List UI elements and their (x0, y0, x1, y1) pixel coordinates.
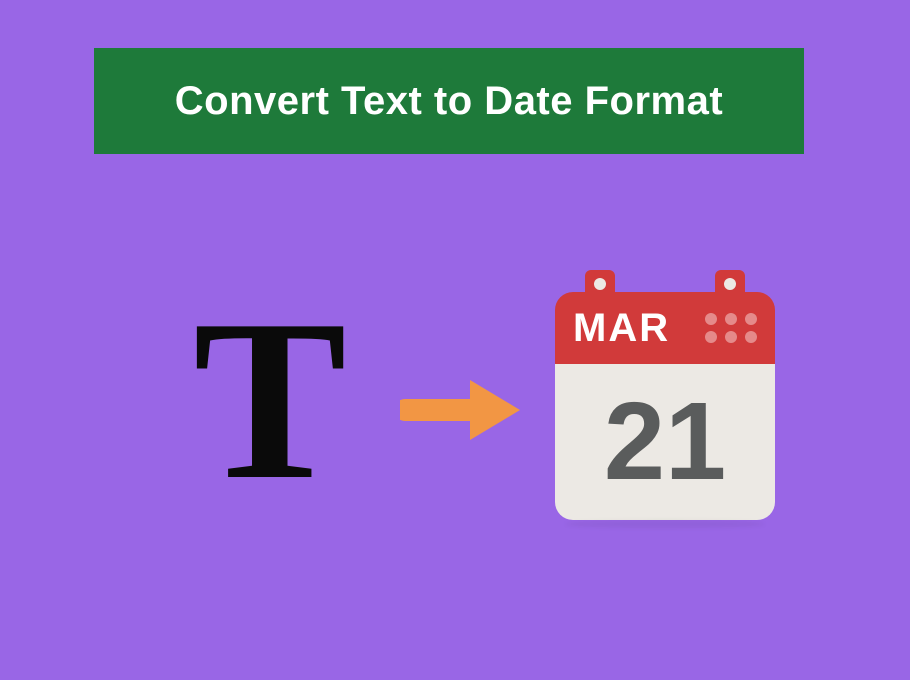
arrow-right-icon (400, 370, 530, 450)
calendar-header: MAR (555, 292, 775, 364)
calendar-dots (705, 313, 757, 343)
calendar-shadow (565, 520, 765, 528)
title-banner: Convert Text to Date Format (94, 48, 804, 154)
calendar-day: 21 (604, 387, 726, 497)
calendar-icon: MAR 21 (555, 270, 775, 530)
text-glyph: T (193, 285, 346, 515)
calendar-body: 21 (555, 364, 775, 520)
text-letter-icon: T (170, 290, 370, 510)
page-title: Convert Text to Date Format (175, 79, 723, 124)
calendar-month: MAR (573, 306, 705, 351)
